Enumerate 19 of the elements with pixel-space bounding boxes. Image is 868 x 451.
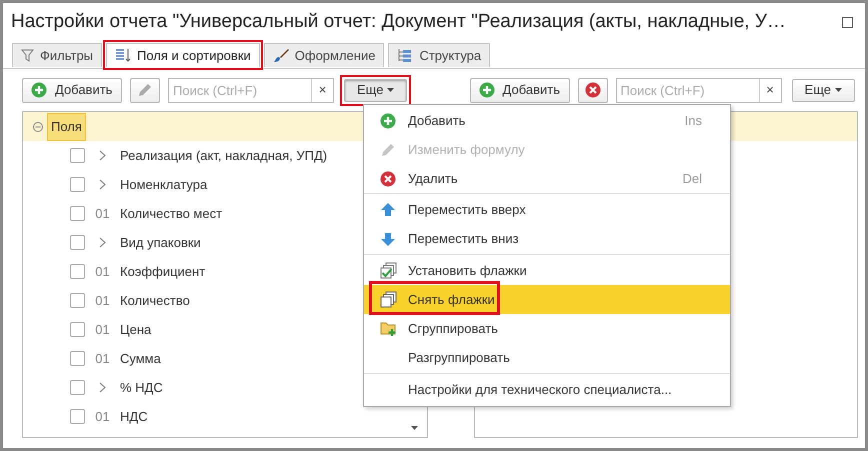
shortcut-label: Del <box>682 170 702 188</box>
menu-item-label: Установить флажки <box>408 262 527 280</box>
menu-item-label: Удалить <box>408 170 458 188</box>
window-title: Настройки отчета "Универсальный отчет: Документ "Реализация (акты, накладные, У… <box>11 10 786 34</box>
field-type: 01 <box>95 204 110 223</box>
menu-item-label: Добавить <box>408 112 466 130</box>
field-type: 01 <box>95 262 110 281</box>
menu-item-label: Сгруппировать <box>408 320 498 338</box>
field-type: 01 <box>95 350 110 368</box>
field-type: 01 <box>95 320 110 339</box>
field-type: 01 <box>95 292 110 310</box>
menu-item-label: Снять флажки <box>408 290 495 309</box>
menu-item-label: Настройки для технического специалиста... <box>408 380 672 399</box>
shortcut-label: Ins <box>684 112 702 130</box>
field-type: 01 <box>95 408 110 426</box>
menu-item-label: Переместить вниз <box>408 230 519 248</box>
menu-item-label: Изменить формулу <box>408 140 525 159</box>
menu-item-label: Переместить вверх <box>408 200 526 219</box>
menu-item-label: Разгруппировать <box>408 348 510 367</box>
